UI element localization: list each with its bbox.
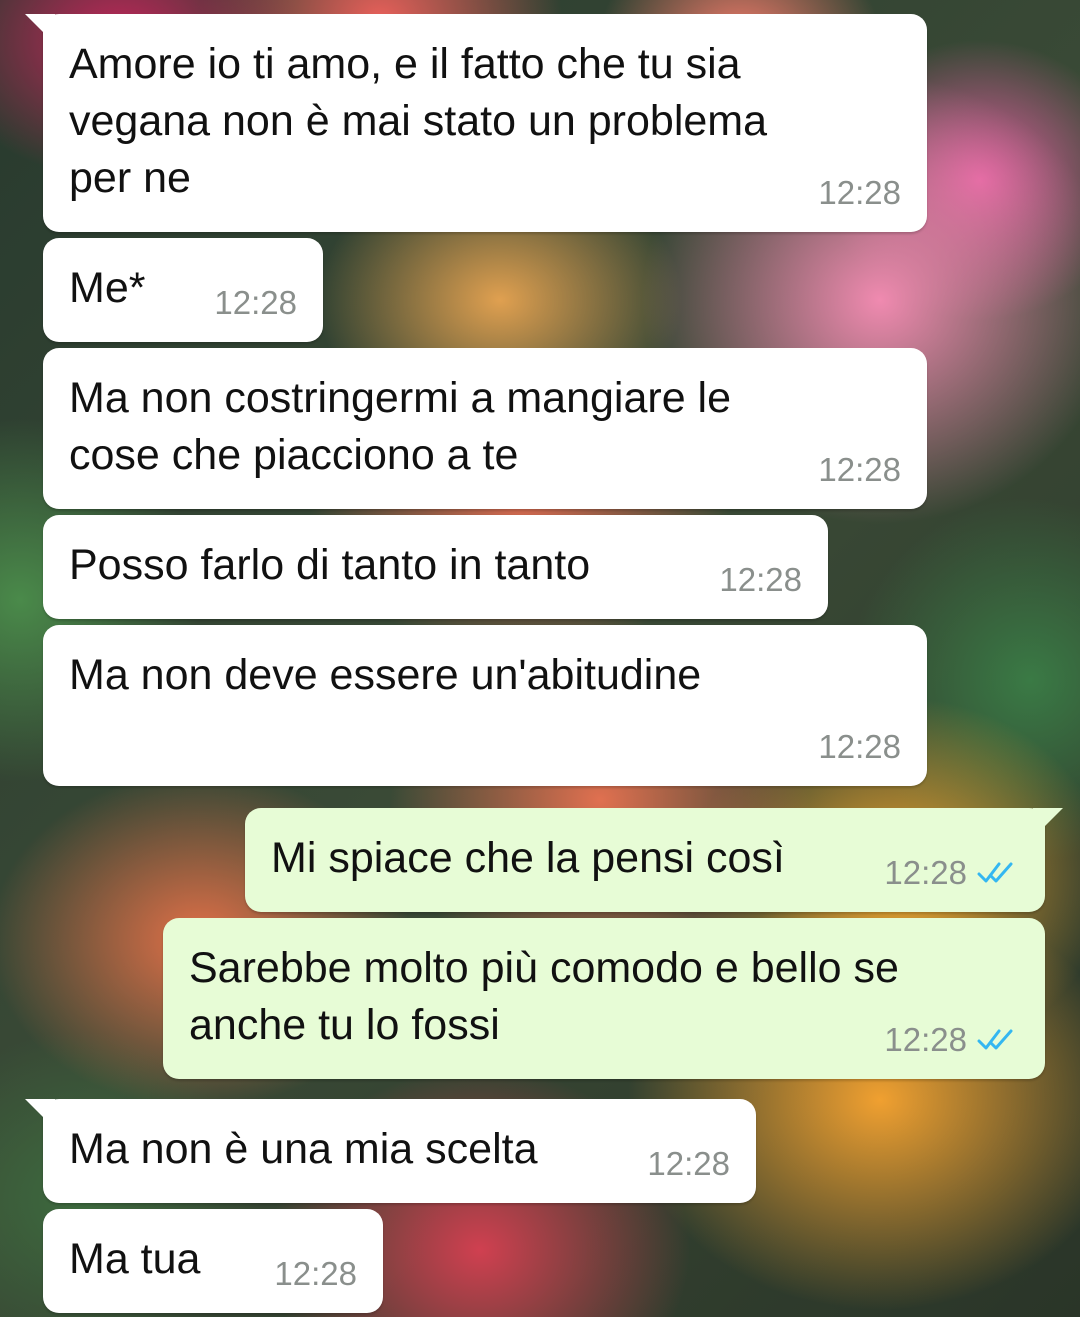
- bubble-tail: [25, 1099, 55, 1129]
- message-meta: 12:28: [884, 1021, 1019, 1059]
- message-timestamp: 12:28: [719, 561, 802, 598]
- bubble-tail: [25, 14, 55, 44]
- incoming-message-bubble[interactable]: Me* 12:28: [43, 238, 323, 342]
- message-text: Amore io ti amo, e il fatto che tu sia v…: [69, 40, 768, 202]
- message-text: Me*: [69, 264, 146, 312]
- message-text: Mi spiace che la pensi così: [271, 834, 785, 882]
- message-text: Ma tua: [69, 1235, 201, 1283]
- message-timestamp: 12:28: [818, 728, 901, 765]
- message-text: Posso farlo di tanto in tanto: [69, 541, 591, 589]
- message-timestamp: 12:28: [818, 451, 901, 488]
- message-timestamp: 12:28: [884, 854, 967, 891]
- message-timestamp: 12:28: [274, 1255, 357, 1292]
- outgoing-message-bubble[interactable]: Sarebbe molto più comodo e bello se anch…: [163, 918, 1045, 1079]
- outgoing-message-bubble[interactable]: Mi spiace che la pensi così 12:28: [245, 808, 1063, 912]
- incoming-message-bubble[interactable]: Ma non deve essere un'abitudine 12:28: [43, 625, 927, 786]
- message-text: Ma non è una mia scelta: [69, 1125, 538, 1173]
- double-check-icon: [977, 1029, 1013, 1050]
- message-meta: 12:28: [884, 854, 1019, 892]
- message-timestamp: 12:28: [818, 174, 901, 211]
- message-text: Ma non costringermi a mangiare le cose c…: [69, 374, 732, 479]
- message-timestamp: 12:28: [214, 284, 297, 321]
- message-text: Sarebbe molto più comodo e bello se anch…: [189, 944, 899, 1049]
- incoming-message-bubble[interactable]: Ma tua 12:28: [43, 1209, 383, 1313]
- incoming-message-bubble[interactable]: Ma non costringermi a mangiare le cose c…: [43, 348, 927, 509]
- double-check-icon: [977, 862, 1013, 883]
- incoming-message-bubble[interactable]: Amore io ti amo, e il fatto che tu sia v…: [25, 14, 927, 232]
- message-timestamp: 12:28: [884, 1021, 967, 1058]
- bubble-tail: [1033, 808, 1063, 838]
- incoming-message-bubble[interactable]: Ma non è una mia scelta 12:28: [25, 1099, 756, 1203]
- message-timestamp: 12:28: [647, 1145, 730, 1182]
- incoming-message-bubble[interactable]: Posso farlo di tanto in tanto 12:28: [43, 515, 828, 619]
- message-text: Ma non deve essere un'abitudine: [69, 651, 702, 699]
